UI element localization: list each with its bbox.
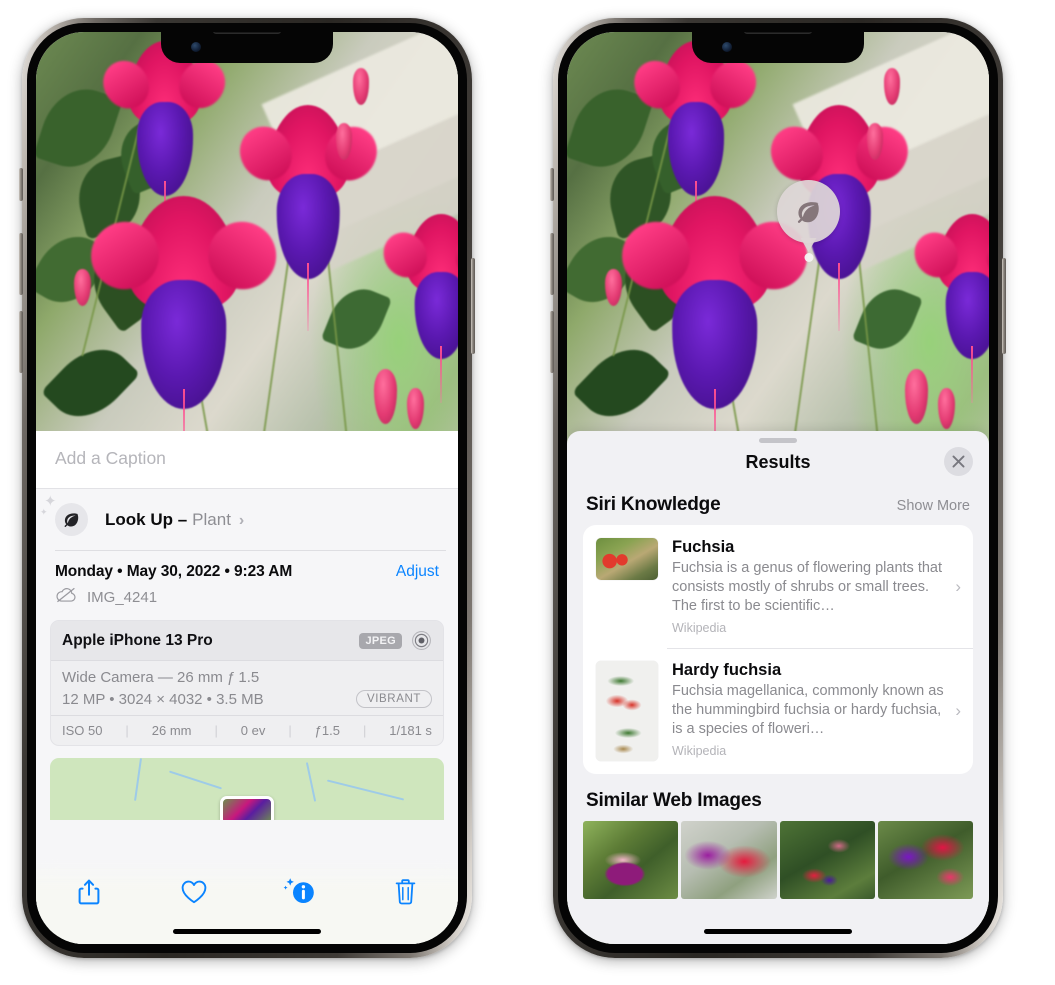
chevron-right-icon: ›: [955, 701, 961, 720]
silent-switch[interactable]: [19, 168, 23, 201]
siri-knowledge-card: Fuchsia Fuchsia is a genus of flowering …: [583, 525, 973, 774]
exif-aperture: ƒ1.5: [314, 723, 340, 738]
device-notch: [161, 32, 333, 63]
delete-button[interactable]: [379, 872, 431, 912]
silent-switch[interactable]: [550, 168, 554, 201]
file-name: IMG_4241: [87, 589, 158, 606]
exif-divider: |: [288, 723, 292, 738]
web-image-thumbnail[interactable]: [681, 821, 777, 899]
photographic-style-pill: VIBRANT: [355, 690, 432, 708]
home-indicator[interactable]: [704, 929, 852, 934]
knowledge-description: Fuchsia magellanica, commonly known as t…: [672, 683, 944, 737]
look-up-label-group: Look Up – Plant ›: [105, 510, 244, 530]
exif-shutter: 1/181 s: [389, 723, 432, 738]
look-up-label: Look Up –: [105, 509, 188, 529]
home-indicator[interactable]: [173, 929, 321, 934]
exif-divider: |: [125, 723, 129, 738]
adjust-button[interactable]: Adjust: [396, 563, 439, 581]
exif-iso: ISO 50: [62, 723, 103, 738]
aperture-icon: [411, 630, 432, 651]
volume-up-button[interactable]: [550, 233, 554, 295]
chevron-right-icon: ›: [238, 511, 245, 529]
right-screen: Results Siri Knowledge Show More Fuchsia…: [567, 32, 989, 944]
earpiece-speaker: [213, 32, 281, 34]
knowledge-thumbnail: [596, 661, 658, 761]
exif-focal: 26 mm: [151, 723, 192, 738]
left-screen: Add a Caption ✦ ✦ Look Up – Plant › Mond…: [36, 32, 458, 944]
camera-card-body: Wide Camera — 26 mm ƒ 1.5 12 MP • 3024 ×…: [51, 661, 443, 715]
sparkle-small-icon: ✦: [40, 507, 48, 517]
iphone-left-device: Add a Caption ✦ ✦ Look Up – Plant › Mond…: [19, 18, 475, 958]
knowledge-title: Fuchsia: [672, 538, 735, 556]
file-row: IMG_4241: [36, 581, 458, 620]
web-image-thumbnail[interactable]: [583, 821, 679, 899]
exif-divider: |: [214, 723, 218, 738]
siri-knowledge-header: Siri Knowledge Show More: [567, 485, 989, 525]
favorite-button[interactable]: [168, 872, 220, 912]
earpiece-speaker: [744, 32, 812, 34]
show-more-button[interactable]: Show More: [897, 498, 970, 514]
sparkle-icon: ✦: [44, 493, 57, 510]
photo-info-sheet: Add a Caption ✦ ✦ Look Up – Plant › Mond…: [36, 431, 458, 944]
visual-lookup-results-sheet: Results Siri Knowledge Show More Fuchsia…: [567, 431, 989, 944]
volume-up-button[interactable]: [19, 233, 23, 295]
device-bezel: Add a Caption ✦ ✦ Look Up – Plant › Mond…: [27, 23, 467, 953]
web-image-thumbnail[interactable]: [779, 821, 875, 899]
knowledge-source: Wikipedia: [672, 621, 727, 635]
exif-row: ISO 50 | 26 mm | 0 ev | ƒ1.5 | 1/181 s: [51, 715, 443, 745]
power-button[interactable]: [1002, 258, 1006, 354]
volume-down-button[interactable]: [550, 311, 554, 373]
leaf-icon[interactable]: [777, 180, 840, 243]
iphone-right-device: Results Siri Knowledge Show More Fuchsia…: [550, 18, 1006, 958]
look-up-row[interactable]: ✦ ✦ Look Up – Plant ›: [36, 489, 458, 550]
info-button[interactable]: [274, 872, 326, 912]
similar-web-images-title: Similar Web Images: [586, 790, 762, 811]
exif-divider: |: [362, 723, 367, 738]
camera-card-header: Apple iPhone 13 Pro JPEG: [51, 621, 443, 661]
close-icon[interactable]: [944, 447, 973, 476]
exif-ev: 0 ev: [240, 723, 266, 738]
device-bezel: Results Siri Knowledge Show More Fuchsia…: [558, 23, 998, 953]
front-camera: [722, 42, 732, 52]
web-image-thumbnail[interactable]: [877, 821, 973, 899]
list-item[interactable]: Hardy fuchsia Fuchsia magellanica, commo…: [583, 648, 973, 774]
icloud-slash-icon: [55, 587, 77, 608]
flower: [407, 214, 458, 404]
look-up-subject: Plant: [192, 509, 231, 529]
knowledge-title: Hardy fuchsia: [672, 661, 782, 679]
share-button[interactable]: [63, 872, 115, 912]
list-item[interactable]: Fuchsia Fuchsia is a genus of flowering …: [583, 525, 973, 648]
flower: [659, 196, 770, 473]
map-photo-pin[interactable]: [220, 796, 274, 820]
camera-device-name: Apple iPhone 13 Pro: [62, 631, 213, 649]
photo-meta-row: Monday • May 30, 2022 • 9:23 AM Adjust: [36, 550, 458, 581]
results-header: Results: [567, 443, 989, 485]
flower: [938, 214, 989, 404]
knowledge-description: Fuchsia is a genus of flowering plants t…: [672, 560, 943, 614]
format-badge: JPEG: [359, 632, 402, 649]
screenshot-stage: Add a Caption ✦ ✦ Look Up – Plant › Mond…: [0, 0, 1055, 985]
knowledge-thumbnail: [596, 538, 658, 580]
lens-line: Wide Camera — 26 mm ƒ 1.5: [62, 669, 260, 686]
flower: [128, 196, 239, 473]
siri-knowledge-title: Siri Knowledge: [586, 494, 721, 515]
chevron-right-icon: ›: [955, 576, 961, 596]
device-notch: [692, 32, 864, 63]
similar-web-images-header: Similar Web Images: [567, 774, 989, 821]
leaf-icon: ✦ ✦: [40, 494, 88, 536]
knowledge-source: Wikipedia: [672, 744, 727, 758]
power-button[interactable]: [471, 258, 475, 354]
specs-line: 12 MP • 3024 × 4032 • 3.5 MB: [62, 690, 264, 708]
results-title: Results: [745, 452, 811, 472]
similar-web-images-strip[interactable]: [567, 821, 989, 899]
caption-input[interactable]: Add a Caption: [36, 431, 458, 489]
location-map[interactable]: [50, 758, 444, 820]
volume-down-button[interactable]: [19, 311, 23, 373]
front-camera: [191, 42, 201, 52]
photo-date: Monday • May 30, 2022 • 9:23 AM: [55, 563, 293, 580]
camera-info-card: Apple iPhone 13 Pro JPEG Wide Camera — 2…: [50, 620, 444, 746]
